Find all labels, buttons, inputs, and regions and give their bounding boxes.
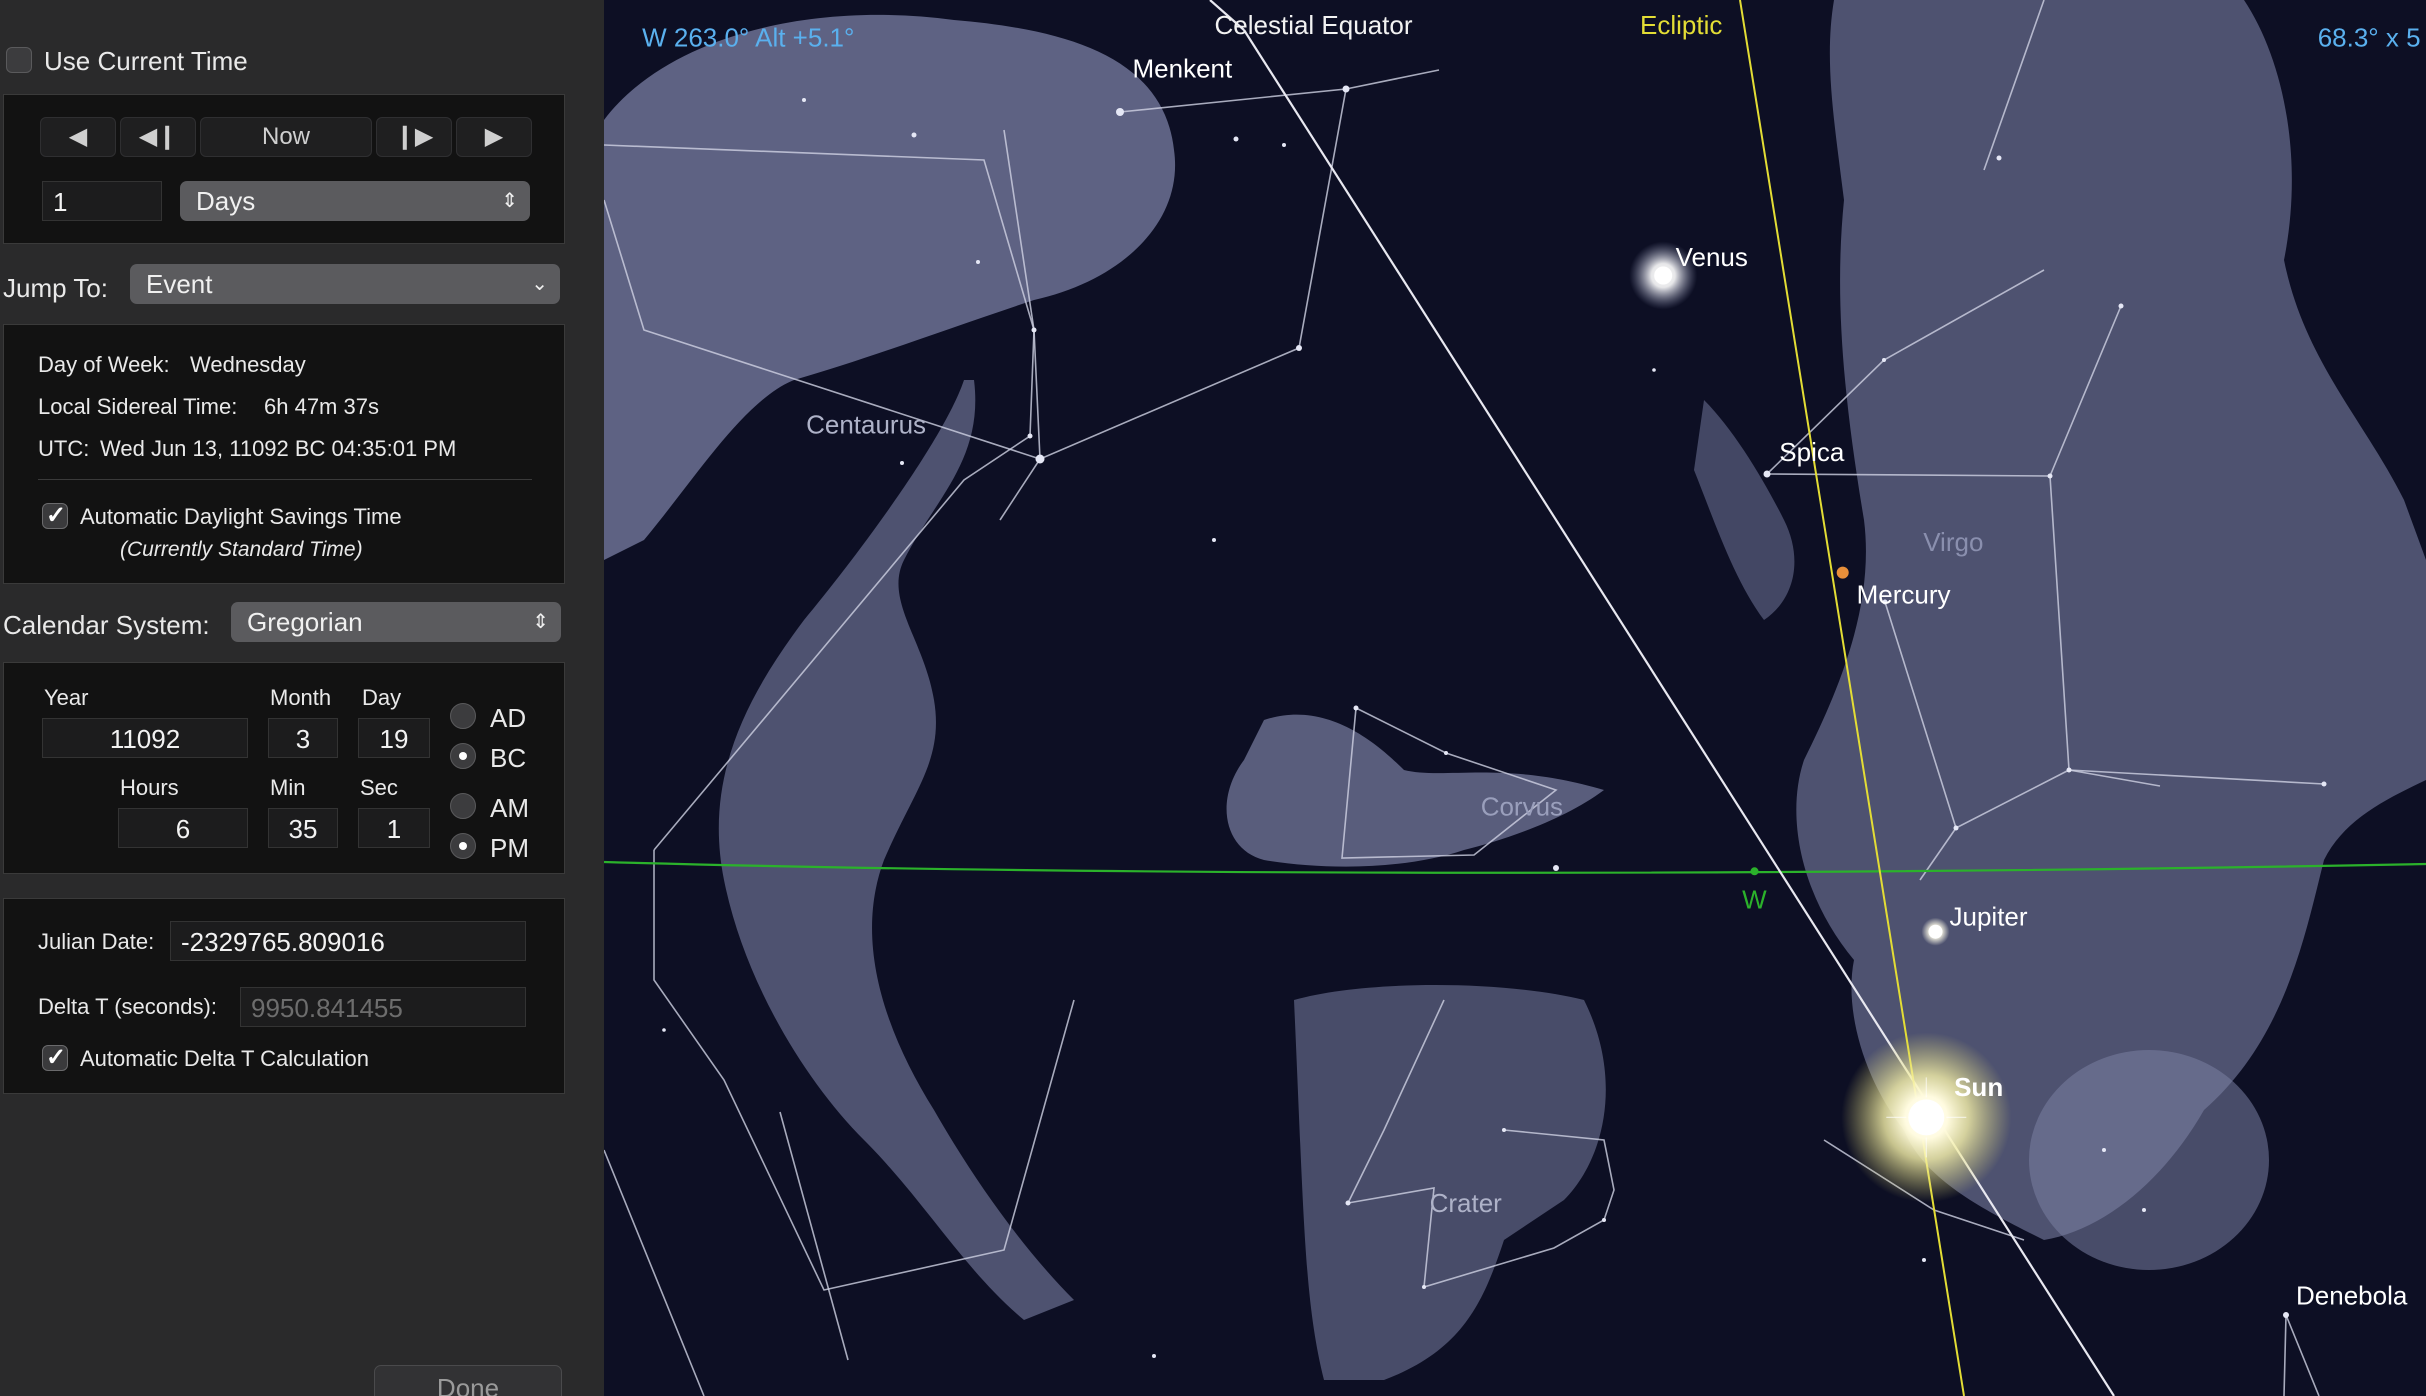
calendar-system-select[interactable]: Gregorian ⇕: [231, 602, 561, 642]
sky-view[interactable]: W 263.0° Alt +5.1° 68.3° x 5 Celestial E…: [604, 0, 2426, 1396]
mercury-marker[interactable]: [1836, 566, 1849, 579]
step-back-fast-button[interactable]: ◀: [40, 117, 116, 157]
lst-value: 6h 47m 37s: [264, 394, 379, 419]
virgo-label: Virgo: [1923, 527, 1983, 557]
celestial-equator-label: Celestial Equator: [1215, 10, 1413, 40]
use-current-time-checkbox[interactable]: [6, 47, 32, 73]
west-cardinal-label: W: [1742, 885, 1767, 915]
time-settings-panel: Use Current Time ◀ ◀❙ Now ❙▶ ▶ 1 Days ⇕ …: [0, 0, 604, 1396]
view-direction-readout: W 263.0° Alt +5.1°: [642, 22, 854, 52]
auto-delta-t-label: Automatic Delta T Calculation: [80, 1046, 369, 1071]
menkent-label[interactable]: Menkent: [1133, 53, 1233, 83]
jupiter-marker[interactable]: [1928, 924, 1943, 939]
min-input[interactable]: 35: [268, 808, 338, 848]
min-label: Min: [270, 775, 306, 800]
west-point-marker: [1750, 867, 1759, 876]
ad-label: AD: [490, 703, 527, 733]
time-step-group: ◀ ◀❙ Now ❙▶ ▶ 1 Days ⇕: [3, 94, 565, 244]
bc-label: BC: [490, 743, 527, 773]
date-info-group: Day of Week: Wednesday Local Sidereal Ti…: [3, 324, 565, 584]
sec-input[interactable]: 1: [358, 808, 430, 848]
utc-value: Wed Jun 13, 11092 BC 04:35:01 PM: [100, 436, 457, 461]
step-backward-icon: ◀❙: [138, 123, 178, 150]
bc-radio[interactable]: [450, 743, 476, 769]
jump-to-value: Event: [146, 269, 213, 299]
crater-label: Crater: [1430, 1188, 1503, 1218]
jupiter-label[interactable]: Jupiter: [1950, 902, 2028, 932]
updown-chevron-icon: ⇕: [501, 190, 518, 212]
pm-radio[interactable]: [450, 833, 476, 859]
calendar-system-label: Calendar System:: [3, 610, 210, 640]
delta-t-label: Delta T (seconds):: [38, 994, 217, 1019]
julian-date-group: Julian Date: -2329765.809016 Delta T (se…: [3, 898, 565, 1094]
step-forward-button[interactable]: ❙▶: [376, 117, 452, 157]
play-forward-icon: ▶: [484, 123, 504, 150]
updown-chevron-icon: ⇕: [532, 611, 549, 633]
am-label: AM: [490, 793, 529, 823]
year-input[interactable]: 11092: [42, 718, 248, 758]
play-reverse-icon: ◀: [68, 123, 88, 150]
sec-label: Sec: [360, 775, 398, 800]
dst-status: (Currently Standard Time): [120, 538, 363, 561]
julian-date-label: Julian Date:: [38, 929, 155, 954]
day-input[interactable]: 19: [358, 718, 430, 758]
sky-chart[interactable]: W 263.0° Alt +5.1° 68.3° x 5 Celestial E…: [604, 0, 2426, 1396]
centaurus-label: Centaurus: [806, 409, 926, 439]
date-entry-group: Year Month Day 11092 3 19 Hours Min Sec …: [3, 662, 565, 874]
step-unit-value: Days: [196, 186, 256, 216]
julian-date-input[interactable]: -2329765.809016: [170, 921, 526, 961]
auto-delta-t-checkbox[interactable]: [42, 1043, 68, 1072]
denebola-label[interactable]: Denebola: [2296, 1281, 2408, 1311]
dst-label: Automatic Daylight Savings Time: [80, 504, 402, 529]
step-back-button[interactable]: ◀❙: [120, 117, 196, 157]
dst-checkbox[interactable]: [42, 501, 68, 530]
day-label: Day: [362, 685, 402, 710]
constellation-artwork: [604, 0, 2426, 1380]
ecliptic-label: Ecliptic: [1640, 10, 1722, 40]
now-button[interactable]: Now: [200, 117, 372, 157]
mercury-label[interactable]: Mercury: [1857, 580, 1951, 610]
day-of-week-label: Day of Week:: [38, 352, 170, 377]
hours-label: Hours: [120, 775, 179, 800]
delta-t-input: 9950.841455: [240, 987, 526, 1027]
done-button[interactable]: Done: [374, 1365, 562, 1396]
day-of-week-value: Wednesday: [190, 352, 306, 377]
venus-label[interactable]: Venus: [1676, 242, 1748, 272]
lst-label: Local Sidereal Time:: [38, 394, 238, 419]
month-label: Month: [270, 685, 332, 710]
am-radio[interactable]: [450, 793, 476, 819]
use-current-time-label: Use Current Time: [44, 46, 248, 76]
spica-label[interactable]: Spica: [1779, 437, 1845, 467]
step-forward-icon: ❙▶: [394, 123, 434, 150]
corvus-label: Corvus: [1481, 792, 1563, 822]
pm-label: PM: [490, 833, 529, 863]
jump-to-label: Jump To:: [3, 273, 109, 303]
ad-radio[interactable]: [450, 703, 476, 729]
play-forward-button[interactable]: ▶: [456, 117, 532, 157]
chevron-down-icon: ⌄: [531, 273, 548, 295]
utc-label: UTC:: [38, 436, 90, 461]
hours-input[interactable]: 6: [118, 808, 248, 848]
calendar-system-value: Gregorian: [247, 607, 363, 637]
step-amount-input[interactable]: 1: [42, 181, 162, 221]
zoom-readout: 68.3° x 5: [2318, 22, 2421, 52]
month-input[interactable]: 3: [268, 718, 338, 758]
sun-marker[interactable]: [1908, 1099, 1945, 1136]
venus-marker[interactable]: [1654, 266, 1673, 285]
year-label: Year: [44, 685, 89, 710]
step-unit-select[interactable]: Days ⇕: [180, 181, 530, 221]
divider: [38, 479, 532, 480]
sun-label[interactable]: Sun: [1954, 1072, 2003, 1102]
jump-to-select[interactable]: Event ⌄: [130, 264, 560, 304]
